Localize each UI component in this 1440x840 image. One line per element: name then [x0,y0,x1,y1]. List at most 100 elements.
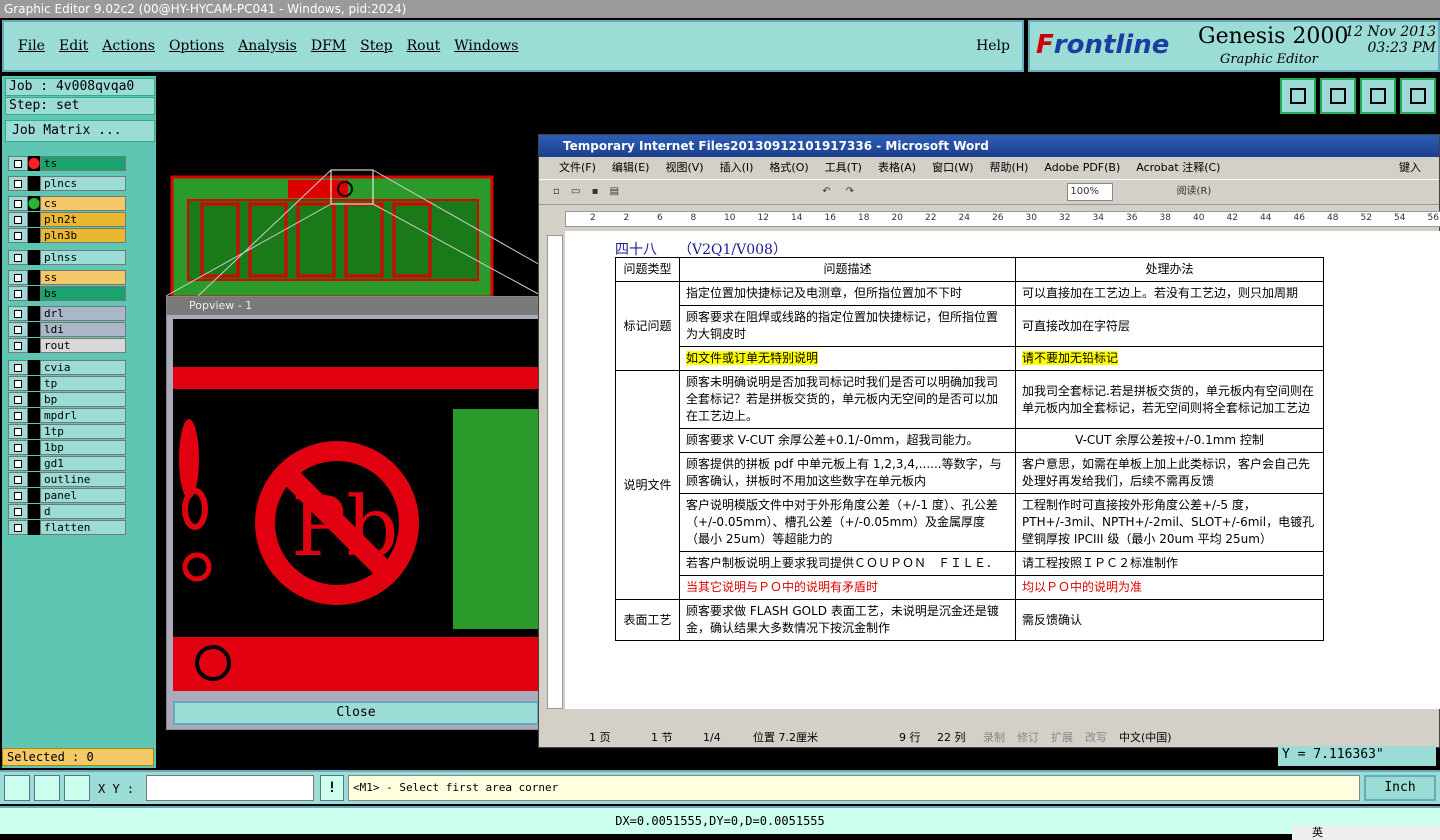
layer-checkbox[interactable] [8,376,28,391]
menu-analysis[interactable]: Analysis [238,38,297,54]
popview-canvas[interactable]: Pb [173,319,539,691]
job-matrix-button[interactable]: Job Matrix ... [5,120,155,142]
menu-help[interactable]: Help [976,38,1010,54]
layer-checkbox[interactable] [8,456,28,471]
word-menu-item[interactable]: 格式(O) [769,161,808,174]
layer-checkbox[interactable] [8,408,28,423]
menu-step[interactable]: Step [360,38,392,54]
layer-row-cvia[interactable]: cvia [8,360,126,375]
layer-checkbox[interactable] [8,504,28,519]
read-button[interactable]: 阅读(R) [1177,186,1212,197]
status-ovr[interactable]: 改写 [1085,729,1107,747]
layer-row-gd1[interactable]: gd1 [8,456,126,471]
layer-row-bs[interactable]: bs [8,286,126,301]
command-bar: X Y : ! <M1> - Select first area corner … [0,770,1440,804]
layer-checkbox[interactable] [8,360,28,375]
word-menu-item[interactable]: 窗口(W) [932,161,973,174]
category-cell: 说明文件 [615,370,680,600]
layer-checkbox[interactable] [8,212,28,227]
layer-row-ss[interactable]: ss [8,270,126,285]
layer-checkbox[interactable] [8,196,28,211]
word-menu-item[interactable]: 插入(I) [720,161,754,174]
menu-windows[interactable]: Windows [454,38,518,54]
menu-rout[interactable]: Rout [407,38,441,54]
undo-icon[interactable]: ↶ [822,186,830,197]
word-menu-item[interactable]: 表格(A) [878,161,916,174]
popview-close-button[interactable]: Close [173,701,539,725]
layer-row-panel[interactable]: panel [8,488,126,503]
layer-row-pln2t[interactable]: pln2t [8,212,126,227]
menu-options[interactable]: Options [169,38,224,54]
layer-row-outline[interactable]: outline [8,472,126,487]
word-menu-item[interactable]: 编辑(E) [612,161,650,174]
layer-row-flatten[interactable]: flatten [8,520,126,535]
menu-edit[interactable]: Edit [59,38,88,54]
word-menu-item[interactable]: Acrobat 注释(C) [1136,161,1220,174]
layer-checkbox[interactable] [8,322,28,337]
layer-row-rout[interactable]: rout [8,338,126,353]
layer-row-d[interactable]: d [8,504,126,519]
layer-checkbox[interactable] [8,392,28,407]
layer-checkbox[interactable] [8,156,28,171]
zoom-select[interactable]: 100% [1067,183,1114,201]
menu-file[interactable]: File [18,38,45,54]
layer-checkbox[interactable] [8,228,28,243]
horizontal-ruler[interactable]: 2 2 6 8 10 12 14 16 18 20 22 24 26 30 32 34 36 38 40 42 44 46… [565,211,1440,227]
measure-icon[interactable] [34,775,60,801]
layer-row-1bp[interactable]: 1bp [8,440,126,455]
redo-icon[interactable]: ↷ [846,186,854,197]
print-icon[interactable]: ▤ [610,186,619,197]
save-icon[interactable]: ▪ [592,186,599,197]
info-button[interactable]: ! [320,775,344,801]
toolbar-icon-4[interactable] [1400,78,1436,114]
new-doc-icon[interactable]: ▫ [553,186,560,197]
layer-row-cs[interactable]: cs [8,196,126,211]
unit-select[interactable]: Inch [1364,775,1436,801]
open-icon[interactable]: ▭ [571,186,580,197]
layer-checkbox[interactable] [8,306,28,321]
toolbar-icon-1[interactable] [1280,78,1316,114]
document-page[interactable]: 四十八 （V2Q1/V008） 问题类型 问题描述 处理办法 标记问题 指定位置加快捷标… [565,231,1440,709]
toolbar-icon-3[interactable] [1360,78,1396,114]
word-menu-item[interactable]: 工具(T) [825,161,862,174]
word-menu-item[interactable]: 文件(F) [559,161,596,174]
table-row: 如文件或订单无特别说明 请不要加无铅标记 [616,346,1324,371]
ruler-tick: 42 [1226,213,1238,223]
word-menu-item[interactable]: 帮助(H) [990,161,1029,174]
grid-icon[interactable] [64,775,90,801]
layer-row-mpdrl[interactable]: mpdrl [8,408,126,423]
layer-checkbox[interactable] [8,338,28,353]
snap-icon[interactable] [4,775,30,801]
layer-checkbox[interactable] [8,286,28,301]
layer-row-pln3b[interactable]: pln3b [8,228,126,243]
layer-row-plnss[interactable]: plnss [8,250,126,265]
menu-dfm[interactable]: DFM [311,38,346,54]
layer-checkbox[interactable] [8,488,28,503]
layer-row-ldi[interactable]: ldi [8,322,126,337]
word-menu-item[interactable]: Adobe PDF(B) [1044,161,1120,174]
layer-checkbox[interactable] [8,176,28,191]
menu-actions[interactable]: Actions [102,38,155,54]
word-menu-item[interactable]: 视图(V) [665,161,703,174]
layer-checkbox[interactable] [8,270,28,285]
layer-row-drl[interactable]: drl [8,306,126,321]
status-rec[interactable]: 录制 [983,729,1005,747]
word-status-bar: 1 页 1 节 1/4 位置 7.2厘米 9 行 22 列 录制 修订 扩展 改… [539,729,1439,747]
xy-input[interactable] [146,775,314,801]
layer-row-bp[interactable]: bp [8,392,126,407]
layer-checkbox[interactable] [8,424,28,439]
layer-checkbox[interactable] [8,472,28,487]
layer-row-1tp[interactable]: 1tp [8,424,126,439]
layer-row-ts[interactable]: ts [8,156,126,171]
status-ext[interactable]: 扩展 [1051,729,1073,747]
layer-checkbox[interactable] [8,250,28,265]
layer-row-plncs[interactable]: plncs [8,176,126,191]
ime-tray[interactable]: 英 [1292,826,1440,840]
word-help-box[interactable]: 键入 [1399,157,1421,179]
layer-checkbox[interactable] [8,520,28,535]
status-trk[interactable]: 修订 [1017,729,1039,747]
ruler-tick: 32 [1059,213,1071,223]
layer-checkbox[interactable] [8,440,28,455]
layer-row-tp[interactable]: tp [8,376,126,391]
toolbar-icon-2[interactable] [1320,78,1356,114]
